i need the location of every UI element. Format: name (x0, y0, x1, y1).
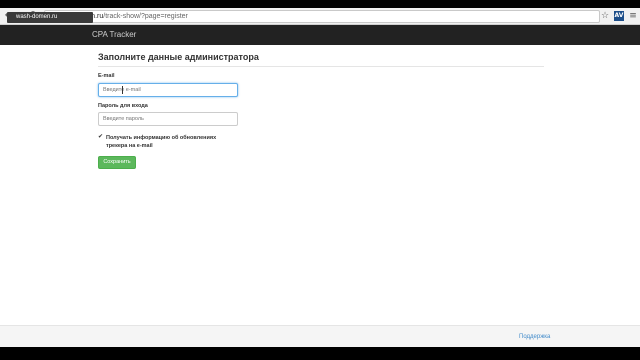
star-icon[interactable]: ☆ (600, 11, 610, 21)
letterbox-top (0, 0, 640, 8)
url-path: /track-show/?page=register (103, 13, 188, 20)
browser-actions: ☆ AV ≡ (600, 10, 638, 22)
browser-toolbar: ← → ↻ wash-domen.ru/track-show/?page=reg… (0, 8, 640, 25)
email-label: E-mail (98, 73, 115, 79)
letterbox-bottom (0, 347, 640, 360)
text-cursor (122, 86, 123, 94)
subscribe-checkbox[interactable]: ✔ (98, 134, 104, 140)
page-title: Заполните данные администратора (98, 52, 544, 67)
subscribe-label: Получать информацию об обновлениях треке… (106, 135, 217, 149)
save-button[interactable]: Сохранить (98, 156, 136, 169)
register-form: Заполните данные администратора E-mail П… (98, 52, 544, 169)
support-link[interactable]: Поддержка (519, 334, 550, 340)
address-bar[interactable]: wash-domen.ru/track-show/?page=register (44, 10, 600, 23)
menu-icon[interactable]: ≡ (628, 11, 638, 21)
extension-icon[interactable]: AV (614, 11, 624, 21)
top-navbar: CPA Tracker (0, 25, 640, 45)
footer: Поддержка (0, 325, 640, 347)
url-tooltip: wash-domen.ru (7, 12, 93, 23)
subscribe-option[interactable]: ✔ Получать информацию об обновлениях тре… (98, 134, 238, 150)
email-field[interactable] (98, 83, 238, 97)
password-field[interactable] (98, 112, 238, 126)
password-label: Пароль для входа (98, 103, 148, 109)
brand-link[interactable]: CPA Tracker (92, 30, 136, 39)
